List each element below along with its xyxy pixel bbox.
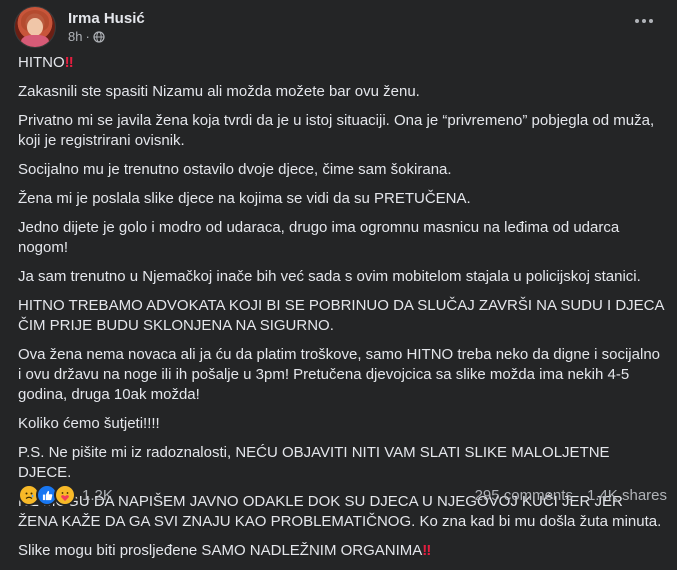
more-dot: [642, 19, 646, 23]
reaction-icons: [18, 484, 76, 506]
avatar-face: [27, 18, 43, 36]
reactions-summary[interactable]: 1.2K: [18, 484, 113, 506]
post-footer: 1.2K 295 comments 1.4K shares: [18, 484, 667, 506]
post-paragraph: Koliko ćemo šutjeti!!!!: [18, 415, 160, 432]
post-paragraph: Zakasnili ste spasiti Nizamu ali možda m…: [18, 83, 420, 100]
post-header: Irma Husić 8h ·: [14, 6, 145, 48]
avatar-body: [21, 35, 49, 47]
care-reaction-icon: [54, 484, 76, 506]
reactions-count[interactable]: 1.2K: [82, 487, 113, 504]
post-paragraph: Socijalno mu je trenutno ostavilo dvoje …: [18, 161, 452, 178]
double-exclamation-icon: ‼: [64, 54, 74, 71]
globe-icon[interactable]: [93, 31, 105, 43]
more-dot: [649, 19, 653, 23]
more-dot: [635, 19, 639, 23]
post-time-row: 8h ·: [68, 29, 145, 45]
shares-count-link[interactable]: 1.4K shares: [587, 487, 667, 504]
time-separator: ·: [85, 29, 90, 44]
double-exclamation-icon: ‼: [422, 542, 431, 559]
post-paragraph: Jedno dijete je golo i modro od udaraca,…: [18, 219, 620, 256]
paragraph-text: HITNO: [18, 54, 65, 71]
post-paragraph: P.S. Ne pišite mi iz radoznalosti, NEĆU …: [18, 444, 610, 481]
author-name[interactable]: Irma Husić: [68, 9, 145, 28]
post-paragraph: Ova žena nema novaca ali ja ću da platim…: [18, 346, 660, 403]
post-paragraph: Ja sam trenutno u Njemačkoj inače bih ve…: [18, 268, 641, 285]
post-time[interactable]: 8h: [68, 29, 82, 45]
comments-count-link[interactable]: 295 comments: [475, 487, 573, 504]
post-paragraph: HITNO TREBAMO ADVOKATA KOJI BI SE POBRIN…: [18, 297, 664, 334]
paragraph-text: Slike mogu biti prosljeđene SAMO NADLEŽN…: [18, 542, 423, 559]
post-paragraph: Slike mogu biti prosljeđene SAMO NADLEŽN…: [18, 541, 666, 561]
post-paragraph: Žena mi je poslala slike djece na kojima…: [18, 190, 471, 207]
post-paragraph: Privatno mi se javila žena koja tvrdi da…: [18, 112, 655, 149]
more-options-icon[interactable]: [629, 10, 659, 32]
post-paragraph: HITNO‼: [18, 53, 666, 73]
post-meta: Irma Husić 8h ·: [68, 9, 145, 45]
author-avatar[interactable]: [14, 6, 56, 48]
engagement-stats: 295 comments 1.4K shares: [475, 487, 667, 504]
